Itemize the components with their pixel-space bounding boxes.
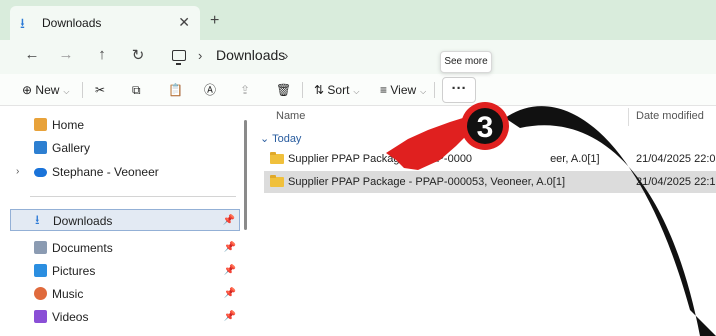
view-icon: ≡ (380, 83, 388, 97)
group-label: Today (272, 133, 302, 145)
gallery-icon (34, 141, 47, 154)
navigation-pane: Home Gallery › Stephane - Veoneer ⭳ Down… (0, 106, 252, 336)
sidebar-item-videos[interactable]: Videos 📌 (10, 306, 240, 328)
new-tab-button[interactable]: + (210, 12, 219, 30)
chevron-down-icon: ⌵ (420, 87, 427, 96)
chevron-down-icon: ⌵ (63, 87, 70, 96)
cut-button[interactable]: ✂ (95, 81, 105, 99)
this-pc-icon[interactable] (172, 50, 186, 65)
copy-button[interactable]: ⧉ (132, 81, 141, 99)
tab-title: Downloads (42, 16, 102, 30)
column-header-date[interactable]: Date modified (636, 110, 704, 122)
paste-button[interactable]: 📋 (168, 81, 183, 99)
pin-icon: 📌 (223, 311, 236, 322)
sidebar-item-home[interactable]: Home (10, 114, 240, 136)
sort-button[interactable]: ⇅ Sort ⌵ (314, 81, 360, 99)
share-icon: ⇪ (240, 83, 251, 97)
new-icon: ⊕ (22, 83, 33, 97)
rename-icon: Ⓐ (204, 83, 217, 97)
folder-icon (270, 175, 284, 187)
breadcrumb-downloads[interactable]: Downloads (216, 47, 285, 63)
download-icon: ⭳ (35, 212, 40, 227)
paste-icon: 📋 (168, 83, 183, 97)
new-label: New (35, 83, 60, 97)
cut-icon: ✂ (95, 83, 106, 97)
up-button[interactable]: ↑ (92, 46, 112, 63)
tab-downloads[interactable]: ⭳ Downloads ✕ (10, 6, 200, 40)
toolbar-divider (82, 82, 83, 98)
new-button[interactable]: ⊕ New ⌵ (22, 81, 70, 99)
address-bar-row: ← → ↑ ↻ › Downloads › (0, 40, 716, 74)
table-row[interactable]: Supplier PPAP Package - PPAP-000053, Veo… (264, 171, 716, 193)
sidebar-item-label: Videos (52, 310, 89, 324)
see-more-button[interactable]: ··· (442, 77, 476, 103)
file-name: Supplier PPAP Package - PPAP-0000 eer, A.… (288, 153, 600, 165)
download-icon: ⭳ (20, 15, 25, 31)
pin-icon: 📌 (222, 215, 235, 226)
group-header[interactable]: ⌄ Today (260, 132, 301, 145)
sidebar-item-label: Gallery (52, 141, 91, 155)
music-icon (34, 287, 47, 300)
sidebar-item-gallery[interactable]: Gallery (10, 137, 240, 159)
chevron-down-icon: ⌄ (260, 133, 270, 145)
pin-icon: 📌 (223, 265, 236, 276)
sidebar-item-documents[interactable]: Documents 📌 (10, 237, 240, 259)
command-bar: ⊕ New ⌵ ✂ ⧉ 📋 Ⓐ ⇪ 🗑 ⇅ Sort ⌵ ≡ View ⌵ ··· (0, 74, 716, 106)
sort-icon: ⇅ (314, 83, 325, 97)
breadcrumb-separator: › (198, 48, 203, 63)
sidebar-item-label: Stephane - Veoneer (52, 165, 159, 179)
copy-icon: ⧉ (132, 83, 141, 97)
view-label: View (390, 83, 417, 97)
sidebar-item-label: Downloads (53, 214, 113, 228)
toolbar-divider (434, 82, 435, 98)
column-divider[interactable] (628, 108, 629, 126)
cloud-icon (34, 168, 47, 177)
refresh-button[interactable]: ↻ (128, 46, 148, 64)
back-button[interactable]: ← (22, 46, 42, 63)
sidebar-divider (30, 196, 236, 197)
sidebar-item-downloads[interactable]: ⭳ Downloads 📌 (10, 209, 240, 231)
sidebar-item-pictures[interactable]: Pictures 📌 (10, 260, 240, 282)
column-header-name[interactable]: Name (276, 110, 305, 122)
sidebar-item-label: Pictures (52, 264, 96, 278)
sidebar-item-label: Music (52, 287, 84, 301)
sidebar-item-onedrive[interactable]: › Stephane - Veoneer (10, 161, 240, 183)
chevron-right-icon[interactable]: › (16, 161, 19, 183)
pin-icon: 📌 (223, 242, 236, 253)
file-name: Supplier PPAP Package - PPAP-000053, Veo… (288, 176, 566, 188)
documents-icon (34, 241, 47, 254)
sidebar-item-label: Documents (52, 241, 113, 255)
folder-icon (270, 152, 284, 164)
toolbar-divider (302, 82, 303, 98)
chevron-down-icon: ⌵ (353, 87, 360, 96)
delete-icon: 🗑 (276, 83, 292, 97)
file-date: 21/04/2025 22:05 (636, 153, 716, 165)
view-button[interactable]: ≡ View ⌵ (380, 81, 426, 99)
sidebar-item-label: Home (52, 118, 85, 132)
videos-icon (34, 310, 47, 323)
file-list: Name Date modified ⌄ Today Supplier PPAP… (256, 106, 716, 336)
file-date: 21/04/2025 22:12 (636, 176, 716, 188)
breadcrumb-separator[interactable]: › (284, 48, 288, 63)
sort-label: Sort (327, 83, 350, 97)
sidebar-item-music[interactable]: Music 📌 (10, 283, 240, 305)
rename-button[interactable]: Ⓐ (204, 81, 216, 99)
sidebar-scrollbar[interactable] (244, 120, 247, 230)
share-button[interactable]: ⇪ (240, 81, 250, 99)
see-more-tooltip: See more (440, 51, 492, 73)
home-icon (34, 118, 47, 131)
pin-icon: 📌 (223, 288, 236, 299)
forward-button[interactable]: → (56, 46, 76, 63)
close-tab-button[interactable]: ✕ (178, 14, 190, 31)
delete-button[interactable]: 🗑 (276, 81, 291, 99)
tab-strip: ⭳ Downloads ✕ + (0, 0, 716, 40)
table-row[interactable]: Supplier PPAP Package - PPAP-0000 eer, A.… (264, 148, 716, 170)
pictures-icon (34, 264, 47, 277)
